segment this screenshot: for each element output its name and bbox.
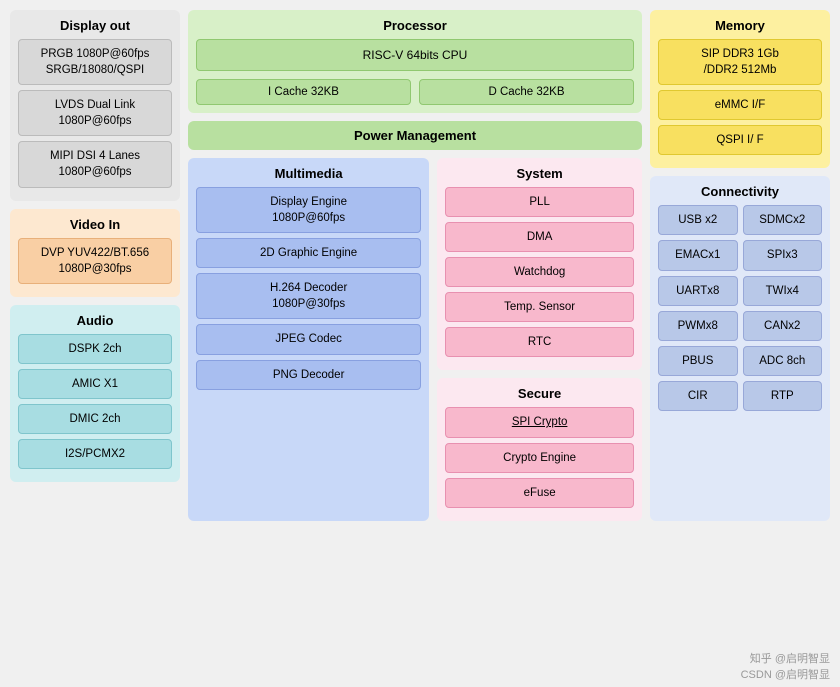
power-mgmt-title: Power Management <box>196 128 634 143</box>
memory-section: Memory SIP DDR3 1Gb/DDR2 512Mb eMMC I/F … <box>650 10 830 168</box>
multimedia-box-display: Display Engine1080P@60fps <box>196 187 421 233</box>
power-mgmt-section: Power Management <box>188 121 642 150</box>
cpu-box: RISC-V 64bits CPU <box>196 39 634 71</box>
system-rtc: RTC <box>445 327 634 357</box>
system-pll: PLL <box>445 187 634 217</box>
watermark-line1: 知乎 @启明智显 <box>741 650 830 666</box>
connectivity-grid: USB x2 SDMCx2 EMACx1 SPIx3 UARTx8 TWIx4 … <box>658 205 822 411</box>
display-out-title: Display out <box>18 18 172 33</box>
display-box-2: LVDS Dual Link1080P@60fps <box>18 90 172 136</box>
connectivity-section: Connectivity USB x2 SDMCx2 EMACx1 SPIx3 … <box>650 176 830 520</box>
video-in-title: Video In <box>18 217 172 232</box>
system-temp: Temp. Sensor <box>445 292 634 322</box>
conn-adc: ADC 8ch <box>743 346 823 376</box>
multimedia-box-2d: 2D Graphic Engine <box>196 238 421 268</box>
video-in-box: DVP YUV422/BT.6561080P@30fps <box>18 238 172 284</box>
processor-title: Processor <box>196 18 634 33</box>
conn-uart: UARTx8 <box>658 276 738 306</box>
secure-title: Secure <box>445 386 634 401</box>
audio-box-dmic: DMIC 2ch <box>18 404 172 434</box>
system-section: System PLL DMA Watchdog Temp. Sensor RTC <box>437 158 642 370</box>
conn-pbus: PBUS <box>658 346 738 376</box>
memory-qspi: QSPI I/ F <box>658 125 822 155</box>
secure-section: Secure SPI Crypto Crypto Engine eFuse <box>437 378 642 520</box>
memory-emmc: eMMC I/F <box>658 90 822 120</box>
conn-emac: EMACx1 <box>658 240 738 270</box>
secure-crypto-engine: Crypto Engine <box>445 443 634 473</box>
video-in-section: Video In DVP YUV422/BT.6561080P@30fps <box>10 209 180 297</box>
multimedia-box-jpeg: JPEG Codec <box>196 324 421 354</box>
conn-twi: TWIx4 <box>743 276 823 306</box>
system-title: System <box>445 166 634 181</box>
multimedia-section: Multimedia Display Engine1080P@60fps 2D … <box>188 158 429 521</box>
conn-cir: CIR <box>658 381 738 411</box>
multimedia-box-h264: H.264 Decoder1080P@30fps <box>196 273 421 319</box>
conn-can: CANx2 <box>743 311 823 341</box>
secure-spi-crypto: SPI Crypto <box>445 407 634 437</box>
multimedia-box-png: PNG Decoder <box>196 360 421 390</box>
connectivity-title: Connectivity <box>658 184 822 199</box>
audio-title: Audio <box>18 313 172 328</box>
processor-section: Processor RISC-V 64bits CPU I Cache 32KB… <box>188 10 642 113</box>
watermark-line2: CSDN @启明智显 <box>741 666 830 682</box>
conn-sdmc: SDMCx2 <box>743 205 823 235</box>
memory-ddr: SIP DDR3 1Gb/DDR2 512Mb <box>658 39 822 85</box>
multimedia-title: Multimedia <box>196 166 421 181</box>
display-box-3: MIPI DSI 4 Lanes1080P@60fps <box>18 141 172 187</box>
audio-box-i2s: I2S/PCMX2 <box>18 439 172 469</box>
conn-rtp: RTP <box>743 381 823 411</box>
audio-box-amic: AMIC X1 <box>18 369 172 399</box>
display-out-section: Display out PRGB 1080P@60fpsSRGB/18080/Q… <box>10 10 180 201</box>
secure-efuse: eFuse <box>445 478 634 508</box>
memory-title: Memory <box>658 18 822 33</box>
system-watchdog: Watchdog <box>445 257 634 287</box>
system-dma: DMA <box>445 222 634 252</box>
conn-usb: USB x2 <box>658 205 738 235</box>
watermark: 知乎 @启明智显 CSDN @启明智显 <box>741 650 830 682</box>
display-box-1: PRGB 1080P@60fpsSRGB/18080/QSPI <box>18 39 172 85</box>
audio-section: Audio DSPK 2ch AMIC X1 DMIC 2ch I2S/PCMX… <box>10 305 180 482</box>
conn-spi: SPIx3 <box>743 240 823 270</box>
icache-box: I Cache 32KB <box>196 79 411 105</box>
dcache-box: D Cache 32KB <box>419 79 634 105</box>
conn-pwm: PWMx8 <box>658 311 738 341</box>
audio-box-dspk: DSPK 2ch <box>18 334 172 364</box>
